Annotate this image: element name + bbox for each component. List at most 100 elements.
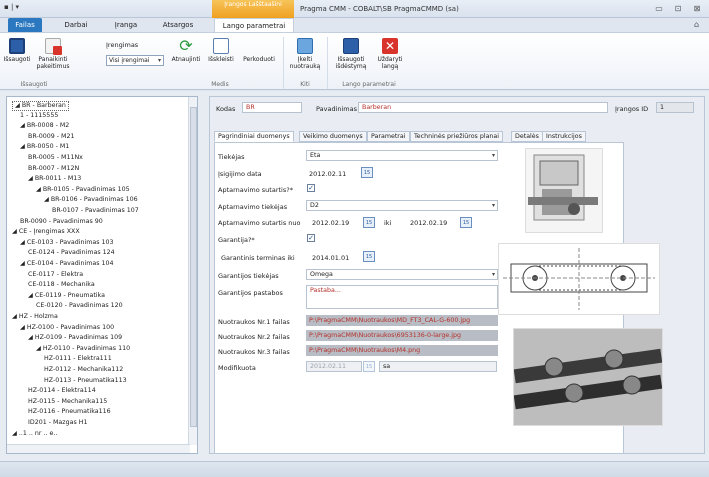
title-bar: ▪ | ▾ Įrangos Lašštaašini Pragma CMM - C… xyxy=(0,0,709,18)
tab-prieziuros-planai[interactable]: Techninės priežiūros planai xyxy=(410,131,504,142)
purchase-date-value[interactable]: 2012.02.11 xyxy=(309,170,346,178)
close-button[interactable]: ⊠ xyxy=(690,4,704,14)
warranty-label: Garantija?* xyxy=(218,236,255,244)
tree-node[interactable]: BR-0009 - M21 xyxy=(28,133,74,141)
tab-lango-parametrai[interactable]: Lango parametrai xyxy=(214,18,294,32)
tab-failas[interactable]: Failas xyxy=(8,18,42,32)
photo3-path-field[interactable]: P:\PragmaCMM\Nuotraukos\M4.png xyxy=(306,345,498,356)
calendar-icon[interactable]: 15 xyxy=(460,217,472,228)
tree-vertical-scrollbar[interactable] xyxy=(188,97,197,445)
tree-node[interactable]: ◢ BR - Barberan xyxy=(12,101,69,111)
tree-horizontal-scrollbar[interactable] xyxy=(7,444,190,453)
service-from-label: Aptarnavimo sutartis nuo xyxy=(218,219,301,227)
expand-button[interactable]: Išskleisti xyxy=(206,38,236,63)
tree-node[interactable]: HZ-0113 - Pneumatika113 xyxy=(44,377,127,385)
minimize-button[interactable]: ▭ xyxy=(652,4,666,14)
tree-node[interactable]: BR-0090 - Pavadinimas 90 xyxy=(20,218,103,226)
equipment-tree[interactable]: ◢ BR - Barberan 1 - 1115555 ◢ BR-0008 - M2… xyxy=(6,96,198,454)
refresh-button[interactable]: ⟳ Atnaujinti xyxy=(168,38,204,64)
code-label: Kodas xyxy=(216,105,236,113)
tree-node[interactable]: ◢ BR-0011 - M13 xyxy=(28,175,81,183)
calendar-icon[interactable]: 15 xyxy=(361,167,373,178)
tab-iranga[interactable]: Įranga xyxy=(108,18,144,32)
cancel-document-icon xyxy=(45,38,62,55)
window-title: Pragma CMM - COBALT\SB PragmaCMMD (sa) xyxy=(300,5,459,13)
tree-node[interactable]: HZ-0116 - Pneumatika116 xyxy=(28,408,111,416)
tree-node[interactable]: ID201 - Mazgas H1 xyxy=(28,419,87,427)
equipment-select[interactable]: Visi įrengimai xyxy=(106,55,164,66)
tree-node[interactable]: ◢ CE-0104 - Pavadinimas 104 xyxy=(20,260,114,268)
calendar-icon[interactable]: 15 xyxy=(363,251,375,262)
tree-node[interactable]: ◢ BR-0008 - M2 xyxy=(20,122,69,130)
cancel-changes-button[interactable]: Panaikinti pakeitimus xyxy=(34,38,72,70)
name-field[interactable]: Barberan xyxy=(358,102,608,113)
tree-node[interactable]: ◢ CE-0119 - Pneumatika xyxy=(28,292,105,300)
save-layout-button[interactable]: Išsaugoti išdėstymą xyxy=(331,38,371,70)
supplier-select[interactable]: Eta xyxy=(306,150,498,161)
tree-node[interactable]: BR-0007 - M12N xyxy=(28,165,79,173)
layout-save-icon xyxy=(343,38,359,54)
service-supplier-label: Aptarnavimo tiekėjas xyxy=(218,203,288,211)
tree-node[interactable]: CE-0120 - Pavadinimas 120 xyxy=(36,302,123,310)
tree-node[interactable]: HZ-0111 - Elektra111 xyxy=(44,355,112,363)
photo3-label: Nuotraukos Nr.3 failas xyxy=(218,348,290,356)
tree-node[interactable]: CE-0117 - Elektra xyxy=(28,271,83,279)
warranty-supplier-select[interactable]: Omega xyxy=(306,269,498,280)
tree-node[interactable]: 1 - 1115555 xyxy=(20,112,58,120)
service-contract-checkbox[interactable]: ✓ xyxy=(307,184,315,192)
tree-node[interactable]: ◢ BR-0105 - Pavadinimas 105 xyxy=(36,186,130,194)
tab-instrukcijos[interactable]: Instrukcijos xyxy=(542,131,586,142)
tab-atsargos[interactable]: Atsargos xyxy=(156,18,200,32)
recode-button[interactable]: Perkoduoti xyxy=(240,38,278,63)
tree-node[interactable]: ◢ BR-0106 - Pavadinimas 106 xyxy=(44,196,138,204)
tree-node[interactable]: ◢ HZ-0100 - Pavadinimas 100 xyxy=(20,324,114,332)
machine-photo-image xyxy=(525,148,603,233)
photo2-label: Nuotraukos Nr.2 failas xyxy=(218,333,290,341)
tree-node[interactable]: ◢ CE - Įrengimas XXX xyxy=(12,228,80,236)
modified-user-field: sa xyxy=(379,361,497,372)
calendar-icon: 15 xyxy=(363,361,375,372)
tree-node[interactable]: CE-0124 - Pavadinimas 124 xyxy=(28,249,115,257)
tab-detales[interactable]: Detalės xyxy=(511,131,543,142)
tree-node[interactable]: ◢ ..1 .. nr .. e.. xyxy=(12,430,57,438)
tree-node[interactable]: ◢ HZ - Holzma xyxy=(12,313,58,321)
tab-pagrindiniai-duomenys[interactable]: Pagrindiniai duomenys xyxy=(214,131,294,142)
warranty-checkbox[interactable]: ✓ xyxy=(307,234,315,242)
warranty-notes-label: Garantijos pastabos xyxy=(218,289,283,297)
calendar-icon[interactable]: 15 xyxy=(363,217,375,228)
tab-darbai[interactable]: Darbai xyxy=(58,18,94,32)
tree-node[interactable]: HZ-0112 - Mechanika112 xyxy=(44,366,123,374)
tree-node[interactable]: BR-0005 - M11Nx xyxy=(28,154,83,162)
help-icon[interactable]: ⌂ xyxy=(694,20,699,29)
group-label: Lango parametrai xyxy=(342,81,396,88)
service-contract-label: Aptarnavimo sutartis?* xyxy=(218,186,293,194)
tree-node[interactable]: BR-0107 - Pavadinimas 107 xyxy=(52,207,139,215)
warranty-notes-textarea[interactable]: Pastaba... xyxy=(306,285,498,309)
quick-access-toolbar[interactable]: ▪ | ▾ xyxy=(4,3,19,11)
tree-node[interactable]: ◢ HZ-0109 - Pavadinimas 109 xyxy=(28,334,122,342)
service-from-value[interactable]: 2012.02.19 xyxy=(312,219,349,227)
service-to-value[interactable]: 2012.02.19 xyxy=(410,219,447,227)
group-label: Medis xyxy=(211,81,229,88)
tree-node[interactable]: CE-0118 - Mechanika xyxy=(28,281,95,289)
tree-node[interactable]: HZ-0114 - Elektra114 xyxy=(28,387,96,395)
tree-node[interactable]: ◢ HZ-0110 - Pavadinimas 110 xyxy=(36,345,130,353)
tree-node[interactable]: ◢ CE-0103 - Pavadinimas 103 xyxy=(20,239,114,247)
equipment-id-field: 1 xyxy=(656,102,694,113)
tab-parametrai[interactable]: Parametrai xyxy=(367,131,410,142)
tree-node[interactable]: ◢ BR-0050 - M1 xyxy=(20,143,69,151)
expand-tree-icon xyxy=(213,38,229,54)
close-window-button[interactable]: ✕ Uždaryti langą xyxy=(373,38,407,70)
modified-date-field: 2012.02.11 xyxy=(306,361,362,372)
tree-node[interactable]: HZ-0115 - Mechanika115 xyxy=(28,398,107,406)
photo2-path-field[interactable]: P:\PragmaCMM\Nuotraukos\6953136-0-large.… xyxy=(306,330,498,341)
code-field[interactable]: BR xyxy=(242,102,302,113)
service-supplier-select[interactable]: D2 xyxy=(306,200,498,211)
tab-veikimo-duomenys[interactable]: Veikimo duomenys xyxy=(299,131,367,142)
save-button[interactable]: Išsaugoti xyxy=(2,38,32,63)
ribbon: Išsaugoti Panaikinti pakeitimus Įrengima… xyxy=(0,32,709,90)
load-photo-button[interactable]: Įkelti nuotrauką xyxy=(287,38,323,70)
maximize-button[interactable]: ⊡ xyxy=(671,4,685,14)
photo1-path-field[interactable]: P:\PragmaCMM\Nuotraukos\MD_FT3_CAL-G-600… xyxy=(306,315,498,326)
warranty-term-value[interactable]: 2014.01.01 xyxy=(312,254,349,262)
